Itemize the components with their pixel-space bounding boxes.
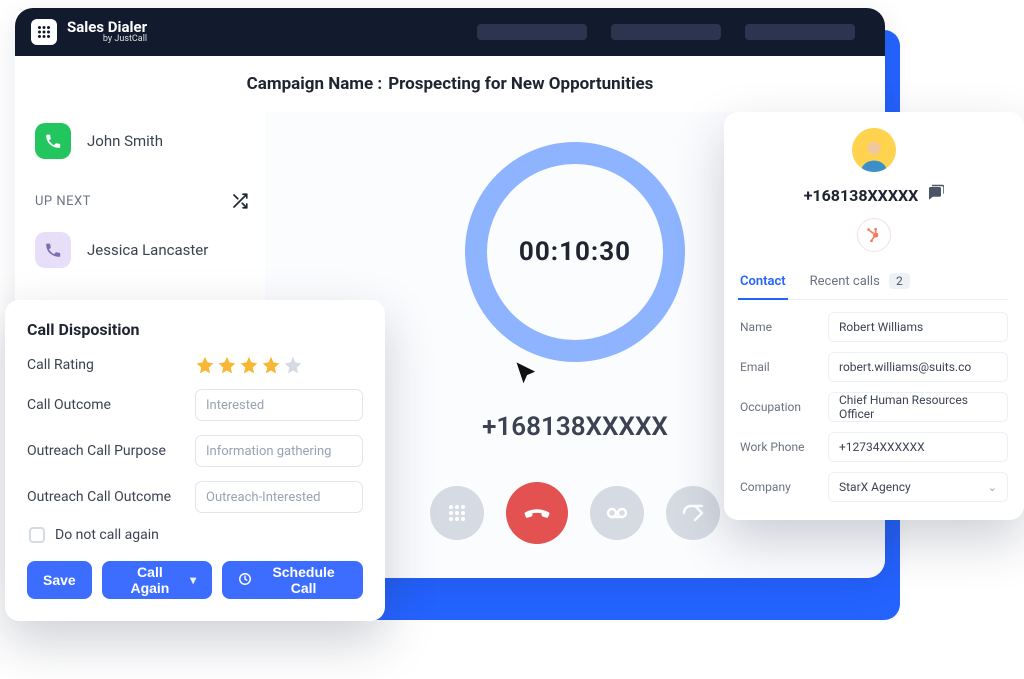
field-value-workphone[interactable]: +12734XXXXXX [828,432,1008,462]
tab-recent-calls[interactable]: Recent calls 2 [810,268,910,299]
cursor-icon [513,360,541,392]
voicemail-button[interactable] [590,486,644,540]
title-bar-placeholder [477,24,587,40]
field-label-occupation: Occupation [740,400,828,414]
call-outcome-label: Call Outcome [27,397,183,413]
app-title: Sales Dialer by JustCall [67,19,147,45]
field-label-workphone: Work Phone [740,440,828,454]
next-call-item[interactable]: Jessica Lancaster [35,232,249,268]
dialpad-button[interactable] [430,486,484,540]
forward-button[interactable] [666,486,720,540]
chevron-down-icon: ⌄ [988,481,997,494]
title-bar: Sales Dialer by JustCall [15,8,885,56]
outreach-outcome-label: Outreach Call Outcome [27,489,183,505]
contact-tabs: Contact Recent calls 2 [740,268,1008,300]
clock-icon [238,572,252,589]
field-value-email[interactable]: robert.williams@suits.co [828,352,1008,382]
field-label-email: Email [740,360,828,374]
current-call-item[interactable]: John Smith [35,118,249,164]
campaign-title: Campaign Name : Prospecting for New Oppo… [15,56,885,112]
next-caller-name: Jessica Lancaster [87,241,208,259]
field-value-name[interactable]: Robert Williams [828,312,1008,342]
contact-card: +168138XXXXX Contact Recent calls 2 Name… [724,112,1024,520]
call-progress-ring: 00:10:30 [465,142,685,362]
field-value-occupation[interactable]: Chief Human Resources Officer [828,392,1008,422]
app-logo-icon [31,19,57,45]
phone-icon [35,232,71,268]
dnc-label: Do not call again [55,527,159,543]
call-disposition-card: Call Disposition Call Rating Call Outcom… [5,300,385,621]
rating-label: Call Rating [27,357,183,373]
call-outcome-input[interactable]: Interested [195,389,363,421]
schedule-call-button[interactable]: Schedule Call [222,561,363,599]
save-button[interactable]: Save [27,561,92,599]
chat-icon[interactable] [926,184,944,206]
title-bar-placeholder [611,24,721,40]
hangup-button[interactable] [506,482,568,544]
call-timer: 00:10:30 [519,237,631,267]
chevron-down-icon: ▾ [190,573,196,587]
upnext-label: UP NEXT [35,194,91,209]
field-value-company[interactable]: StarX Agency ⌄ [828,472,1008,502]
recent-calls-count: 2 [889,273,910,289]
field-label-name: Name [740,320,828,334]
avatar [852,128,896,172]
hubspot-icon[interactable] [857,218,891,252]
title-bar-placeholder [745,24,855,40]
shuffle-icon[interactable] [231,192,249,210]
rating-stars[interactable] [195,355,303,375]
disposition-title: Call Disposition [27,320,363,339]
contact-phone-number: +168138XXXXX [804,186,919,205]
outreach-purpose-input[interactable]: Information gathering [195,435,363,467]
outreach-purpose-label: Outreach Call Purpose [27,443,183,459]
phone-icon [35,123,71,159]
tab-contact[interactable]: Contact [740,268,786,299]
field-label-company: Company [740,480,828,494]
call-again-button[interactable]: Call Again ▾ [102,561,212,599]
dnc-checkbox[interactable] [29,527,45,543]
dnc-checkbox-row[interactable]: Do not call again [29,527,363,543]
outreach-outcome-input[interactable]: Outreach-Interested [195,481,363,513]
current-caller-name: John Smith [87,132,163,150]
